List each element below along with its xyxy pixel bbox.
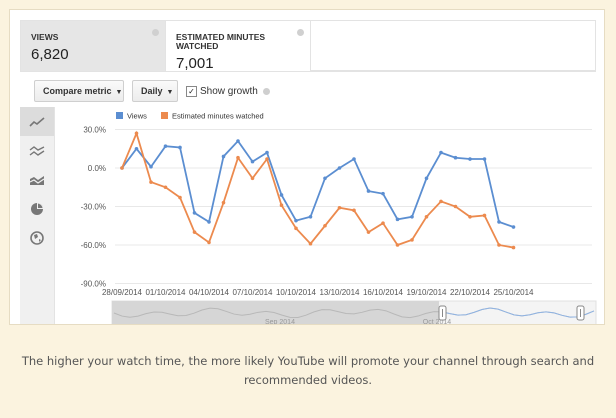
data-point [424, 214, 429, 219]
data-point [120, 166, 124, 170]
data-point [352, 157, 356, 161]
data-point [221, 154, 226, 159]
data-point [308, 214, 313, 219]
data-point [453, 204, 458, 209]
y-tick-label: -60.0% [81, 241, 106, 250]
timeline-label-oct: Oct 2014 [423, 319, 452, 325]
x-tick-label: 04/10/2014 [189, 288, 230, 297]
data-point [207, 220, 211, 224]
data-point [439, 199, 443, 204]
data-point [323, 223, 327, 228]
data-point [453, 155, 458, 160]
data-point [410, 238, 414, 242]
data-point [482, 157, 487, 161]
x-tick-label: 16/10/2014 [363, 288, 404, 297]
data-point [352, 208, 356, 213]
data-point [149, 164, 153, 169]
data-point [192, 230, 197, 234]
data-point [265, 150, 269, 155]
data-point [236, 155, 240, 160]
data-point [279, 203, 284, 208]
x-tick-label: 10/10/2014 [276, 288, 317, 297]
data-point [221, 200, 226, 205]
analytics-card: Views 6,820 Estimated minutes watched 7,… [9, 9, 605, 325]
series-line [121, 139, 514, 228]
y-tick-label: -30.0% [81, 203, 106, 212]
data-point [163, 185, 168, 190]
data-point [381, 221, 385, 225]
data-point [497, 220, 501, 224]
x-tick-label: 22/10/2014 [450, 288, 491, 297]
data-point [395, 217, 400, 222]
x-tick-label: 25/10/2014 [493, 288, 534, 297]
caption-text: The higher your watch time, the more lik… [21, 354, 595, 387]
data-point [149, 180, 153, 184]
data-point [366, 189, 371, 193]
data-point [366, 230, 371, 234]
data-point [134, 146, 139, 151]
data-point [439, 150, 443, 155]
data-point [395, 243, 400, 247]
y-tick-label: 0.0% [88, 164, 106, 173]
timeline-label-sep: Sep 2014 [265, 319, 295, 325]
data-point [468, 214, 472, 219]
data-point [294, 226, 298, 231]
legend-swatch [161, 112, 168, 119]
data-point [308, 241, 313, 246]
legend-swatch [116, 112, 123, 119]
x-tick-label: 13/10/2014 [319, 288, 360, 297]
data-point [250, 159, 255, 164]
data-point [236, 139, 240, 143]
data-point [337, 166, 342, 170]
data-point [178, 145, 182, 150]
data-point [192, 211, 197, 215]
legend-label: Estimated minutes watched [172, 112, 264, 121]
data-point [207, 240, 211, 245]
data-point [250, 176, 255, 181]
x-tick-label: 01/10/2014 [145, 288, 186, 297]
data-point [323, 176, 327, 181]
data-point [178, 195, 182, 200]
x-tick-label: 28/09/2014 [102, 288, 143, 297]
data-point [381, 191, 385, 196]
growth-line-chart: 30.0%0.0%-30.0%-60.0%-90.0%Views Estimate… [81, 112, 597, 325]
x-tick-label: 19/10/2014 [406, 288, 447, 297]
data-point [337, 205, 342, 210]
y-tick-label: 30.0% [83, 126, 106, 135]
legend-label: Views [127, 112, 147, 121]
data-point [279, 193, 284, 197]
data-point [468, 157, 472, 161]
data-point [163, 144, 168, 148]
data-point [482, 213, 487, 218]
data-point [410, 214, 414, 219]
data-point [424, 176, 429, 181]
data-point [294, 218, 298, 223]
data-point [265, 157, 269, 161]
data-point [134, 131, 139, 136]
data-point [511, 245, 516, 250]
x-tick-label: 07/10/2014 [232, 288, 273, 297]
data-point [511, 225, 516, 229]
data-point [497, 243, 501, 247]
